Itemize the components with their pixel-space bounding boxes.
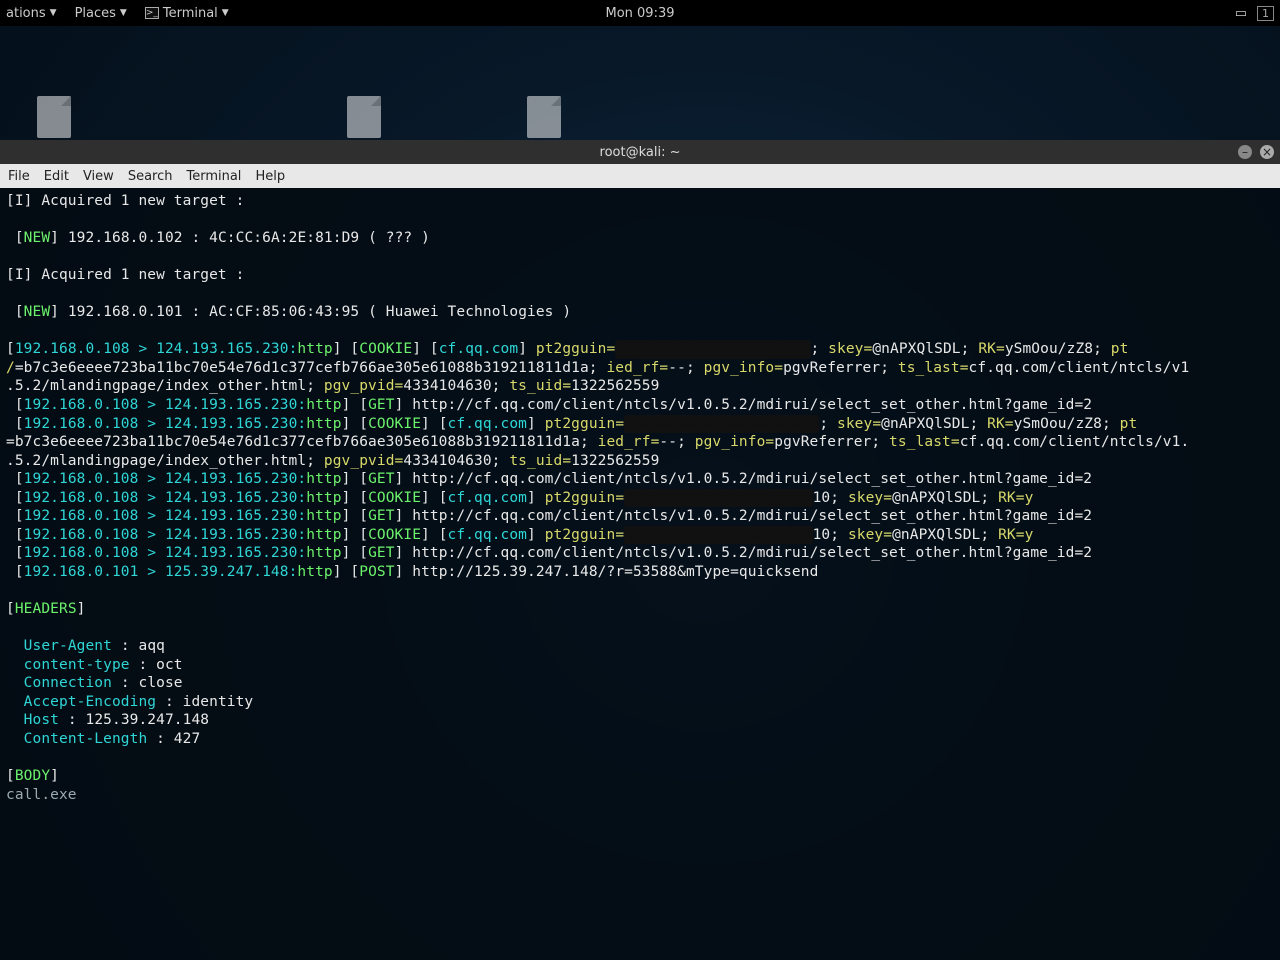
video-icon[interactable]: ▭ — [1235, 6, 1247, 21]
minimize-button[interactable]: – — [1238, 145, 1252, 159]
menu-search[interactable]: Search — [128, 169, 173, 184]
terminal-window: root@kali: ~ – × File Edit View Search T… — [0, 140, 1280, 960]
menu-edit[interactable]: Edit — [44, 169, 69, 184]
chevron-down-icon: ▼ — [222, 8, 229, 18]
applications-label: ations — [6, 6, 46, 21]
menu-terminal[interactable]: Terminal — [186, 169, 241, 184]
terminal-label: Terminal — [163, 6, 218, 21]
clock[interactable]: Mon 09:39 — [605, 6, 674, 21]
workspace-indicator[interactable]: 1 — [1257, 6, 1274, 21]
menu-help[interactable]: Help — [255, 169, 285, 184]
terminal-menubar: File Edit View Search Terminal Help — [0, 164, 1280, 188]
chevron-down-icon: ▼ — [120, 8, 127, 18]
places-label: Places — [75, 6, 116, 21]
close-button[interactable]: × — [1260, 145, 1274, 159]
menu-view[interactable]: View — [83, 169, 114, 184]
chevron-down-icon: ▼ — [50, 8, 57, 18]
window-title: root@kali: ~ — [600, 145, 681, 160]
system-tray: ▭ 1 — [1235, 6, 1274, 21]
places-menu[interactable]: Places ▼ — [75, 6, 127, 21]
window-titlebar[interactable]: root@kali: ~ – × — [0, 140, 1280, 164]
applications-menu[interactable]: ations ▼ — [6, 6, 57, 21]
menu-file[interactable]: File — [8, 169, 30, 184]
terminal-icon: >_ — [145, 7, 159, 19]
terminal-app-indicator[interactable]: >_ Terminal ▼ — [145, 6, 229, 21]
gnome-top-panel: ations ▼ Places ▼ >_ Terminal ▼ Mon 09:3… — [0, 0, 1280, 26]
terminal-output[interactable]: [I] Acquired 1 new target : [NEW] 192.16… — [0, 188, 1280, 960]
